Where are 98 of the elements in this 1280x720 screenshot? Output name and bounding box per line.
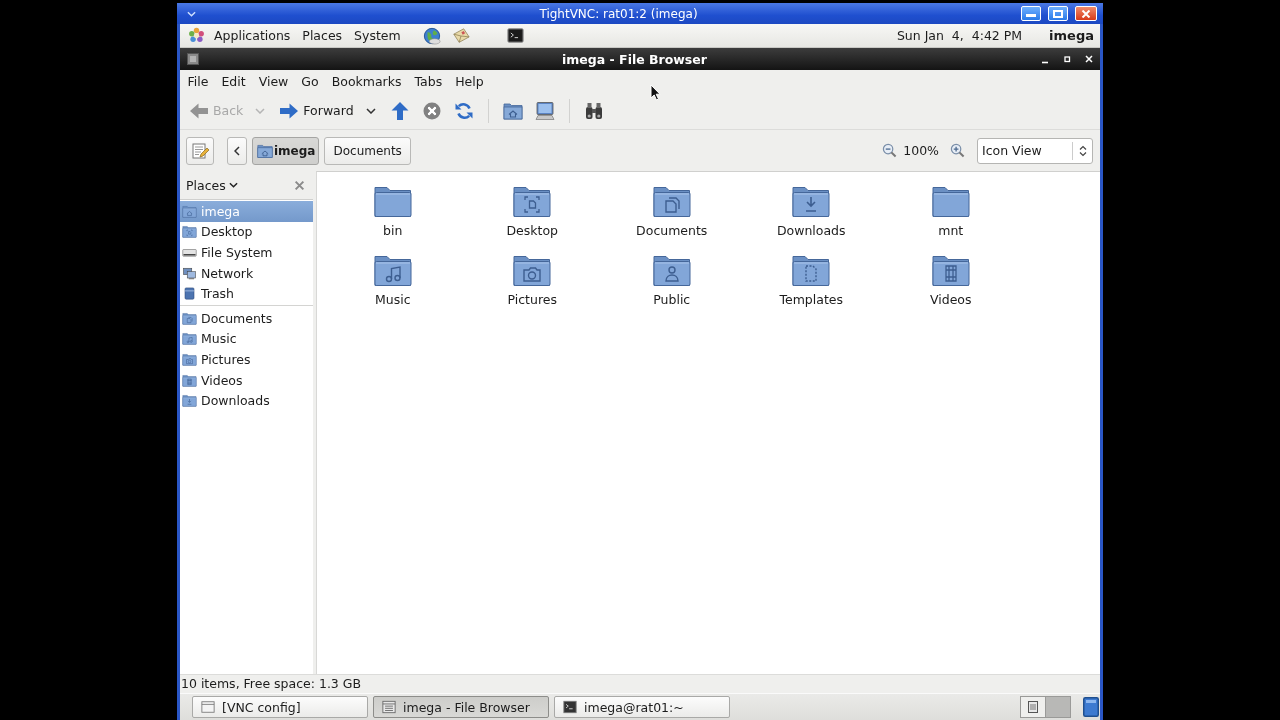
path-button[interactable]: imega	[252, 136, 320, 165]
caret-icon[interactable]	[365, 107, 376, 114]
file-name[interactable]: Videos	[926, 292, 975, 307]
task-button[interactable]: imega@rat01:~	[554, 696, 730, 718]
envelope-icon[interactable]	[451, 26, 470, 45]
notepad-pencil-icon	[191, 141, 209, 160]
clock[interactable]: Sun Jan 4, 4:42 PM	[896, 28, 1023, 43]
chevron-down-icon[interactable]	[228, 182, 238, 188]
documents-folder-icon[interactable]	[651, 184, 692, 218]
download-folder-icon	[182, 394, 197, 408]
drive-icon	[182, 246, 197, 259]
file-name[interactable]: Music	[371, 292, 414, 307]
path-button[interactable]: Documents	[324, 136, 411, 165]
binoculars-icon	[583, 100, 604, 121]
file-manager-icon	[382, 700, 396, 714]
up-arrow-icon	[389, 100, 410, 121]
window-title: TightVNC: rat01:2 (imega)	[538, 6, 699, 21]
panel-menu[interactable]: System	[348, 28, 407, 43]
sidebar-item[interactable]: Videos	[180, 369, 313, 391]
sidebar-title-dropdown[interactable]: Places	[186, 177, 226, 193]
documents-folder-icon	[182, 311, 197, 325]
close-button[interactable]	[1075, 6, 1097, 21]
desktop-folder-icon[interactable]	[512, 184, 553, 218]
terminal-icon[interactable]	[506, 27, 524, 44]
panel-applet-icon[interactable]	[1083, 697, 1099, 717]
panel-menu[interactable]: Places	[296, 28, 349, 43]
sidebar-item[interactable]: Music	[180, 328, 313, 350]
zoom-out-icon[interactable]	[882, 143, 898, 158]
trash-icon	[182, 287, 197, 301]
status-text: 10 items, Free space: 1.3 GB	[181, 676, 362, 691]
menu-item[interactable]: Edit	[214, 73, 253, 89]
task-button[interactable]: [VNC config]	[192, 696, 368, 718]
music-folder-icon[interactable]	[372, 253, 413, 287]
file-name[interactable]: Downloads	[773, 223, 849, 238]
window-title: imega - File Browser	[561, 51, 708, 67]
file-name[interactable]: Documents	[633, 223, 711, 238]
task-button[interactable]: imega - File Browser	[373, 696, 549, 718]
view-mode-select[interactable]: Icon View	[977, 137, 1093, 164]
folder-icon[interactable]	[372, 184, 413, 218]
menu-item[interactable]: Go	[294, 73, 326, 89]
desktop-folder-icon	[182, 225, 197, 239]
sidebar-item[interactable]: File System	[180, 242, 313, 263]
scroll-left-button[interactable]	[227, 136, 247, 165]
sidebar-item[interactable]: Trash	[180, 283, 313, 304]
terminal-icon	[563, 700, 577, 714]
workspace[interactable]	[1021, 697, 1046, 717]
menu-item[interactable]: Tabs	[408, 73, 449, 89]
forward-button[interactable]: Forward	[273, 97, 360, 124]
window-icon	[201, 700, 215, 714]
file-name[interactable]: Public	[650, 292, 694, 307]
panel-menu[interactable]: Applications	[208, 28, 297, 43]
film-folder-icon[interactable]	[930, 253, 971, 287]
edit-location-button[interactable]	[186, 136, 214, 165]
file-name[interactable]: mnt	[935, 223, 967, 238]
menu-item[interactable]: View	[252, 73, 295, 89]
template-folder-icon[interactable]	[791, 253, 832, 287]
flower-icon	[188, 27, 205, 44]
camera-folder-icon	[182, 352, 197, 366]
sidebar-item[interactable]: Documents	[180, 307, 313, 329]
zoom-level: 100%	[903, 143, 939, 158]
reload-icon	[453, 100, 474, 121]
sidebar-item[interactable]: Pictures	[180, 349, 313, 370]
network-icon	[182, 266, 197, 280]
window-icon	[1028, 701, 1038, 713]
menu-item[interactable]: File	[181, 73, 215, 89]
menu-item[interactable]: Bookmarks	[325, 73, 408, 89]
user-name[interactable]: imega	[1049, 28, 1094, 43]
home-folder-icon	[502, 100, 523, 121]
window-menu-icon[interactable]	[187, 53, 199, 65]
sidebar-item[interactable]: Desktop	[180, 221, 313, 243]
file-name[interactable]: Templates	[776, 292, 847, 307]
home-folder-icon	[257, 142, 273, 159]
maximize-icon	[1053, 9, 1063, 18]
sidebar-item[interactable]: Network	[180, 262, 313, 284]
sidebar-item[interactable]: Downloads	[180, 390, 313, 411]
globe-icon[interactable]	[422, 26, 441, 45]
minimize-button[interactable]	[1021, 6, 1041, 21]
film-folder-icon	[182, 373, 197, 387]
close-icon	[1081, 9, 1091, 18]
music-folder-icon	[182, 332, 197, 346]
maximize-icon[interactable]	[1062, 54, 1072, 64]
folder-icon[interactable]	[930, 184, 971, 218]
chevron-left-icon	[234, 145, 240, 156]
menu-item[interactable]: Help	[448, 73, 491, 89]
mouse-pointer-icon	[650, 84, 661, 101]
minimize-icon	[1026, 14, 1036, 17]
person-folder-icon[interactable]	[651, 253, 692, 287]
home-folder-icon	[182, 204, 197, 218]
camera-folder-icon[interactable]	[512, 253, 553, 287]
maximize-button[interactable]	[1048, 6, 1068, 21]
file-name[interactable]: bin	[380, 223, 406, 238]
computer-icon	[534, 100, 555, 121]
download-folder-icon[interactable]	[791, 184, 832, 218]
file-name[interactable]: Desktop	[503, 223, 562, 238]
file-name[interactable]: Pictures	[504, 292, 560, 307]
up-down-chevron-icon	[1079, 144, 1087, 157]
zoom-in-icon[interactable]	[950, 143, 965, 158]
stop-icon	[421, 100, 442, 121]
